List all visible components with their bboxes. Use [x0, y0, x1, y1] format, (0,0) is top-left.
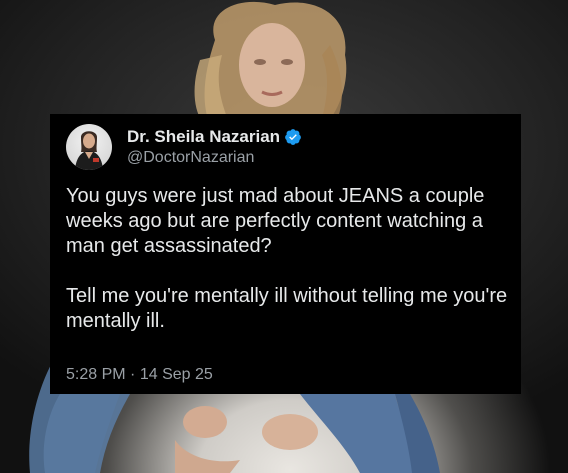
author-handle[interactable]: @DoctorNazarian — [127, 149, 254, 167]
tweet-card[interactable]: Dr. Sheila Nazarian @DoctorNazarian You … — [50, 114, 521, 394]
avatar-portrait — [75, 131, 103, 170]
timestamp-separator: · — [130, 366, 136, 383]
tweet-text: You guys were just mad about JEANS a cou… — [66, 184, 512, 334]
tweet-date: 14 Sep 25 — [139, 366, 213, 383]
profile-avatar[interactable] — [66, 124, 112, 170]
tweet-paragraph-2: Tell me you're mentally ill without tell… — [66, 285, 508, 332]
author-name-row: Dr. Sheila Nazarian — [127, 127, 302, 147]
verified-badge-icon — [285, 129, 301, 145]
display-name[interactable]: Dr. Sheila Nazarian — [127, 127, 280, 147]
tweet-timestamp[interactable]: 5:28 PM · 14 Sep 25 — [66, 366, 213, 384]
tweet-time: 5:28 PM — [66, 366, 126, 383]
tweet-paragraph-1: You guys were just mad about JEANS a cou… — [66, 185, 485, 257]
